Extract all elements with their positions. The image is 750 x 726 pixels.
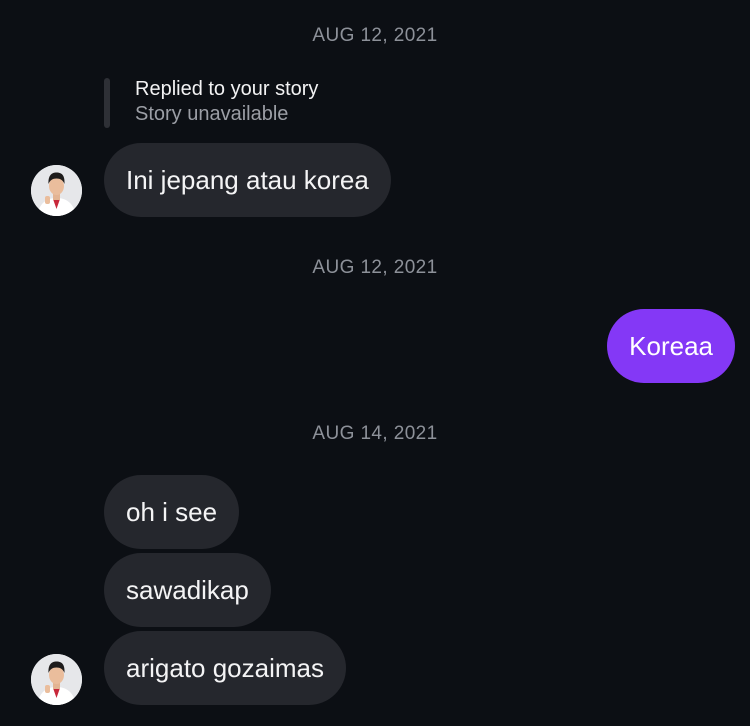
date-divider: AUG 12, 2021	[312, 257, 438, 278]
story-reply-bar	[104, 78, 110, 128]
avatar[interactable]	[31, 654, 82, 705]
profile-photo-icon	[31, 165, 82, 216]
message-bubble-incoming[interactable]: Ini jepang atau korea	[104, 143, 391, 217]
story-reply-status: Story unavailable	[135, 103, 289, 125]
message-bubble-incoming[interactable]: arigato gozaimas	[104, 631, 346, 705]
message-bubble-outgoing[interactable]: Koreaa	[607, 309, 735, 383]
chat-thread: AUG 12, 2021 Replied to your story Story…	[0, 0, 750, 726]
story-reply-title: Replied to your story	[135, 78, 319, 100]
avatar[interactable]	[31, 165, 82, 216]
date-divider: AUG 14, 2021	[312, 423, 438, 444]
date-divider: AUG 12, 2021	[312, 25, 438, 46]
message-bubble-incoming[interactable]: oh i see	[104, 475, 240, 549]
profile-photo-icon	[31, 654, 82, 705]
message-bubble-incoming[interactable]: sawadikap	[104, 553, 271, 627]
